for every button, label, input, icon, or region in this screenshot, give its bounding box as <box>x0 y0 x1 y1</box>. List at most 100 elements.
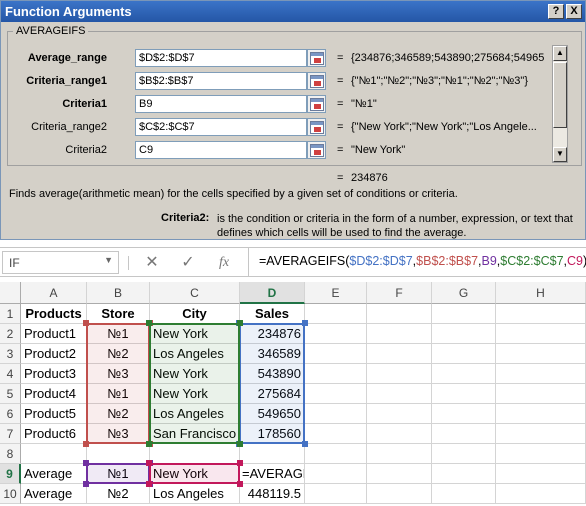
column-header-g[interactable]: G <box>432 282 496 304</box>
name-box[interactable]: IF ▼ <box>2 251 119 274</box>
cell-e4[interactable] <box>305 364 367 384</box>
enter-icon[interactable]: ✓ <box>177 253 199 273</box>
row-header-5[interactable]: 5 <box>0 384 21 404</box>
collapse-dialog-icon[interactable] <box>307 118 326 136</box>
cell-d1[interactable]: Sales <box>240 304 305 324</box>
cell-f4[interactable] <box>367 364 432 384</box>
cell-h6[interactable] <box>496 404 586 424</box>
row-header-3[interactable]: 3 <box>0 344 21 364</box>
column-header-f[interactable]: F <box>367 282 432 304</box>
cell-g1[interactable] <box>432 304 496 324</box>
cell-g5[interactable] <box>432 384 496 404</box>
range-resize-handle[interactable] <box>146 481 152 487</box>
range-resize-handle[interactable] <box>83 481 89 487</box>
cell-e3[interactable] <box>305 344 367 364</box>
row-header-1[interactable]: 1 <box>0 304 21 324</box>
cell-b3[interactable]: №2 <box>87 344 150 364</box>
column-header-c[interactable]: C <box>150 282 240 304</box>
help-button[interactable]: ? <box>548 4 564 19</box>
row-header-9[interactable]: 9 <box>0 464 21 484</box>
cell-f2[interactable] <box>367 324 432 344</box>
cell-c5[interactable]: New York <box>150 384 240 404</box>
cell-h1[interactable] <box>496 304 586 324</box>
cell-b2[interactable]: №1 <box>87 324 150 344</box>
range-resize-handle[interactable] <box>237 320 243 326</box>
range-resize-handle[interactable] <box>237 441 243 447</box>
cell-b8[interactable] <box>87 444 150 464</box>
column-header-b[interactable]: B <box>87 282 150 304</box>
cell-h5[interactable] <box>496 384 586 404</box>
cell-g4[interactable] <box>432 364 496 384</box>
cell-b6[interactable]: №2 <box>87 404 150 424</box>
cell-e9[interactable] <box>305 464 367 484</box>
cell-h2[interactable] <box>496 324 586 344</box>
cell-f5[interactable] <box>367 384 432 404</box>
column-header-h[interactable]: H <box>496 282 586 304</box>
cell-f8[interactable] <box>367 444 432 464</box>
cell-a5[interactable]: Product4 <box>21 384 87 404</box>
cell-d4[interactable]: 543890 <box>240 364 305 384</box>
select-all-corner[interactable] <box>0 282 21 304</box>
cell-f3[interactable] <box>367 344 432 364</box>
cell-f6[interactable] <box>367 404 432 424</box>
range-resize-handle[interactable] <box>83 441 89 447</box>
cell-b1[interactable]: Store <box>87 304 150 324</box>
cell-d7[interactable]: 178560 <box>240 424 305 444</box>
scroll-down-icon[interactable]: ▼ <box>553 147 567 162</box>
cell-a4[interactable]: Product3 <box>21 364 87 384</box>
cell-h3[interactable] <box>496 344 586 364</box>
insert-function-icon[interactable]: fx <box>213 253 235 273</box>
cell-c8[interactable] <box>150 444 240 464</box>
range-resize-handle[interactable] <box>83 460 89 466</box>
cell-a2[interactable]: Product1 <box>21 324 87 344</box>
cell-c6[interactable]: Los Angeles <box>150 404 240 424</box>
cell-d10[interactable]: 448119.5 <box>240 484 305 504</box>
cell-f10[interactable] <box>367 484 432 504</box>
cell-a3[interactable]: Product2 <box>21 344 87 364</box>
cell-b9[interactable]: №1 <box>87 464 150 484</box>
cell-b4[interactable]: №3 <box>87 364 150 384</box>
cell-e5[interactable] <box>305 384 367 404</box>
cell-g6[interactable] <box>432 404 496 424</box>
cell-g10[interactable] <box>432 484 496 504</box>
cell-c3[interactable]: Los Angeles <box>150 344 240 364</box>
range-resize-handle[interactable] <box>237 460 243 466</box>
cell-d8[interactable] <box>240 444 305 464</box>
cell-f1[interactable] <box>367 304 432 324</box>
close-button[interactable]: X <box>566 4 582 19</box>
cell-a6[interactable]: Product5 <box>21 404 87 424</box>
chevron-down-icon[interactable]: ▼ <box>104 255 113 265</box>
cell-e2[interactable] <box>305 324 367 344</box>
cell-e1[interactable] <box>305 304 367 324</box>
cell-b10[interactable]: №2 <box>87 484 150 504</box>
criteria1-input[interactable]: B9 <box>135 95 307 113</box>
cell-c7[interactable]: San Francisco <box>150 424 240 444</box>
cell-f7[interactable] <box>367 424 432 444</box>
cell-d6[interactable]: 549650 <box>240 404 305 424</box>
collapse-dialog-icon[interactable] <box>307 95 326 113</box>
cell-h10[interactable] <box>496 484 586 504</box>
cell-c2[interactable]: New York <box>150 324 240 344</box>
range-resize-handle[interactable] <box>237 481 243 487</box>
row-header-8[interactable]: 8 <box>0 444 21 464</box>
cell-a7[interactable]: Product6 <box>21 424 87 444</box>
cell-h4[interactable] <box>496 364 586 384</box>
formula-input[interactable]: =AVERAGEIFS($D$2:$D$7,$B$2:$B$7,B9,$C$2:… <box>248 248 586 276</box>
row-header-4[interactable]: 4 <box>0 364 21 384</box>
cell-b5[interactable]: №1 <box>87 384 150 404</box>
cell-g7[interactable] <box>432 424 496 444</box>
cancel-icon[interactable]: ✕ <box>141 253 163 273</box>
cell-d9[interactable]: =AVERAGEIFS <box>240 464 305 484</box>
scroll-up-icon[interactable]: ▲ <box>553 46 567 61</box>
cell-g9[interactable] <box>432 464 496 484</box>
range-resize-handle[interactable] <box>146 441 152 447</box>
arguments-scrollbar[interactable]: ▲ ▼ <box>552 45 568 163</box>
cell-h7[interactable] <box>496 424 586 444</box>
cell-c1[interactable]: City <box>150 304 240 324</box>
cell-g3[interactable] <box>432 344 496 364</box>
row-header-7[interactable]: 7 <box>0 424 21 444</box>
cell-d5[interactable]: 275684 <box>240 384 305 404</box>
row-header-2[interactable]: 2 <box>0 324 21 344</box>
cell-d2[interactable]: 234876 <box>240 324 305 344</box>
column-header-e[interactable]: E <box>305 282 367 304</box>
